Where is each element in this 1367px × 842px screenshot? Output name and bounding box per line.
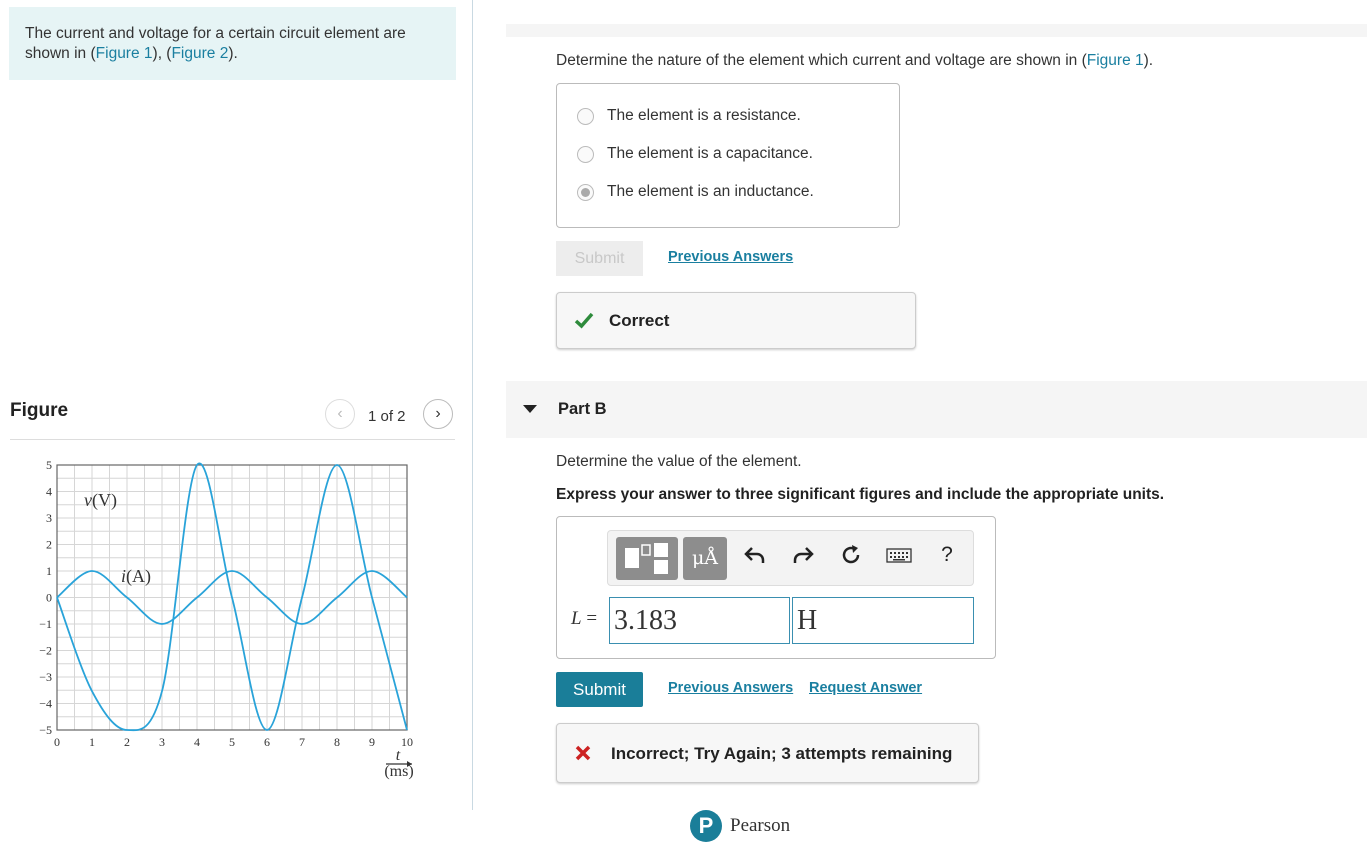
y-tick-label: 3 [46,511,52,525]
pearson-logo: P [690,810,722,842]
part-b-title: Part B [558,400,607,418]
check-icon [574,312,594,329]
question-figure-link[interactable]: Figure 1 [1087,52,1144,69]
brand-name: Pearson [730,815,791,836]
question-text: Determine the nature of the element whic… [556,52,1087,69]
x-tick-label: 10 [401,735,413,749]
question-text-end: ). [1143,52,1154,69]
x-tick-label: 5 [229,735,235,749]
correct-feedback: Correct [556,292,916,349]
feedback-text: Correct [609,311,670,330]
incorrect-feedback: Incorrect; Try Again; 3 attempts remaini… [556,723,979,783]
series-label: v(V) [84,490,117,511]
variable-name: L [571,608,582,629]
feedback-text: Incorrect; Try Again; 3 attempts remaini… [611,744,953,763]
intro-text-mid: ), ( [152,45,172,62]
part-a-header-strip [506,24,1367,37]
math-toolbar: μÅ ? [607,530,974,586]
x-tick-label: 4 [194,735,200,749]
x-tick-label: 7 [299,735,305,749]
radio-button[interactable] [577,146,594,163]
y-tick-label: −4 [39,697,52,711]
part-b-previous-answers-link[interactable]: Previous Answers [668,680,793,696]
choice-list: The element is a resistance. The element… [556,83,900,228]
request-answer-link[interactable]: Request Answer [809,680,922,696]
unit-input[interactable]: H [792,597,974,644]
x-icon [575,745,591,761]
part-b-header[interactable]: Part B [506,381,1367,438]
x-tick-label: 2 [124,735,130,749]
x-tick-label: 8 [334,735,340,749]
part-b-instruction: Express your answer to three significant… [556,486,1165,503]
y-tick-label: 2 [46,538,52,552]
figure-chart: 0 1 2 3 4 5 6 7 8 9 10543210−1−2−3−4−5v(V)i(A)t(ms… [39,458,413,780]
part-b-submit-button[interactable]: Submit [556,672,643,707]
y-tick-label: 4 [46,485,52,499]
series-label: i(A) [121,566,151,587]
problem-intro: The current and voltage for a certain ci… [9,7,456,80]
figure-2-link[interactable]: Figure 2 [171,45,228,62]
chevron-left-icon[interactable]: ‹ [325,399,355,429]
variable-label: L = [571,608,597,630]
x-axis-label: t [396,747,401,764]
radio-button[interactable] [577,108,594,125]
y-tick-label: 0 [46,591,52,605]
x-tick-label: 9 [369,735,375,749]
y-tick-label: 1 [46,564,52,578]
x-tick-label: 3 [159,735,165,749]
part-b-prompt: Determine the value of the element. [556,453,802,470]
choice-label: The element is an inductance. [607,183,814,200]
x-tick-label: 1 [89,735,95,749]
x-tick-label: 0 [54,735,60,749]
choice-label: The element is a resistance. [607,107,801,124]
y-tick-label: −2 [39,644,52,658]
figure-title: Figure [10,400,69,421]
templates-icon[interactable] [616,537,678,580]
y-tick-label: −5 [39,723,52,737]
caret-down-icon[interactable] [523,405,537,413]
help-button[interactable]: ? [932,543,962,573]
y-tick-label: −1 [39,617,52,631]
part-a-question: Determine the nature of the element whic… [556,52,1153,70]
y-tick-label: 5 [46,458,52,472]
undo-icon[interactable] [740,543,770,573]
column-divider [472,0,473,810]
intro-text-end: ). [228,45,238,62]
part-a-previous-answers-link[interactable]: Previous Answers [668,249,793,265]
figure-1-link[interactable]: Figure 1 [96,45,153,62]
chevron-right-icon[interactable]: › [423,399,453,429]
choice-label: The element is a capacitance. [607,145,813,162]
part-a-submit-button[interactable]: Submit [556,241,643,276]
x-tick-label: 6 [264,735,270,749]
redo-icon[interactable] [788,543,818,573]
keyboard-icon[interactable] [884,543,914,573]
equals-sign: = [586,608,598,629]
value-input[interactable]: 3.183 [609,597,790,644]
radio-button-selected[interactable] [577,184,594,201]
units-button[interactable]: μÅ [683,537,727,580]
x-axis-unit: (ms) [384,763,413,780]
answer-box: μÅ ? L = 3.183 H [556,516,996,659]
y-tick-label: −3 [39,670,52,684]
figure-header: Figure ‹ 1 of 2 › [10,398,455,440]
reset-icon[interactable] [836,543,866,573]
figure-counter: 1 of 2 [368,408,406,425]
